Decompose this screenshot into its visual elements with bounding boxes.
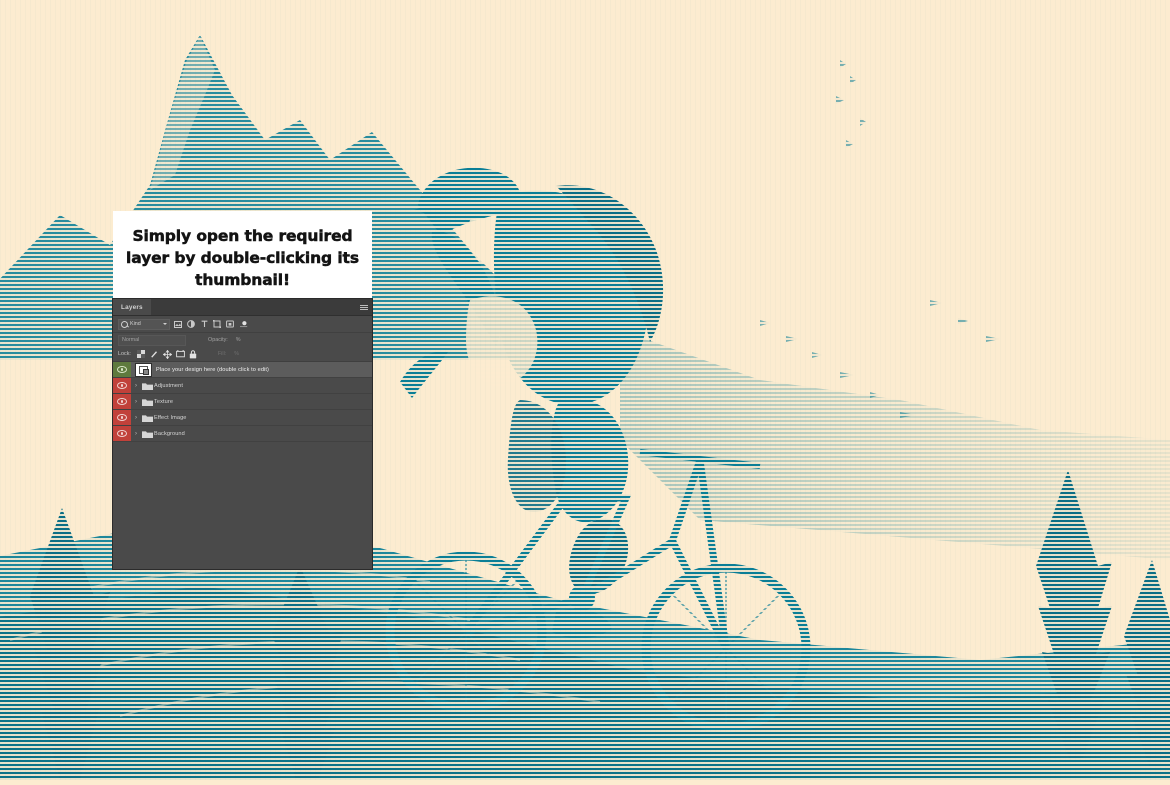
layer-name[interactable]: Effect Image: [154, 415, 187, 421]
smart-object-filter-icon[interactable]: [225, 319, 235, 329]
eye-icon: [117, 382, 127, 389]
layer-visibility-toggle[interactable]: [113, 394, 131, 409]
folder-icon: [141, 398, 154, 406]
layer-visibility-toggle[interactable]: [113, 426, 131, 441]
opacity-value[interactable]: %: [236, 337, 241, 343]
panel-menu-button[interactable]: [356, 299, 372, 315]
table-row[interactable]: › Background: [113, 426, 372, 442]
fill-value[interactable]: %: [234, 351, 239, 357]
chevron-right-icon[interactable]: ›: [131, 383, 141, 389]
lock-image-pixels-icon[interactable]: [150, 350, 159, 359]
adjustment-layer-filter-icon[interactable]: [186, 319, 196, 329]
layer-thumbnail[interactable]: [135, 362, 152, 377]
crank-hub: [569, 585, 595, 611]
blend-mode-dropdown[interactable]: Normal: [118, 334, 186, 346]
type-layer-filter-icon[interactable]: [199, 319, 209, 329]
eye-icon: [117, 430, 127, 437]
layer-visibility-toggle[interactable]: [113, 410, 131, 425]
chevron-right-icon[interactable]: ›: [131, 415, 141, 421]
eye-icon: [117, 414, 127, 421]
layer-visibility-toggle[interactable]: [113, 378, 131, 393]
table-row[interactable]: › Effect Image: [113, 410, 372, 426]
lock-artboard-nesting-icon[interactable]: [176, 350, 185, 359]
layer-name[interactable]: Place your design here (double click to …: [156, 367, 269, 373]
filter-toggle-switch-icon[interactable]: [238, 319, 248, 329]
chevron-right-icon[interactable]: ›: [131, 431, 141, 437]
layer-name[interactable]: Texture: [154, 399, 173, 405]
eye-icon: [117, 398, 127, 405]
layers-panel-tabbar: Layers: [113, 299, 372, 316]
opacity-label: Opacity:: [208, 337, 228, 343]
pixel-layer-filter-icon[interactable]: [173, 319, 183, 329]
table-row[interactable]: › Adjustment: [113, 378, 372, 394]
instruction-callout: Simply open the required layer by double…: [113, 211, 372, 299]
lock-label: Lock:: [118, 351, 131, 357]
chevron-down-icon: [163, 323, 167, 325]
fill-label: Fill:: [217, 351, 227, 357]
chevron-right-icon[interactable]: ›: [131, 399, 141, 405]
filter-kind-dropdown[interactable]: Kind: [118, 318, 170, 330]
lock-transparent-pixels-icon[interactable]: [137, 350, 146, 359]
layer-name[interactable]: Background: [154, 431, 185, 437]
search-icon: [121, 320, 128, 328]
layer-name[interactable]: Adjustment: [154, 383, 183, 389]
folder-icon: [141, 430, 154, 438]
layer-visibility-toggle[interactable]: [113, 362, 131, 377]
instruction-callout-text: Simply open the required layer by double…: [126, 227, 360, 290]
eye-icon: [117, 366, 127, 373]
layer-list[interactable]: Place your design here (double click to …: [113, 362, 372, 550]
table-row[interactable]: › Texture: [113, 394, 372, 410]
blend-opacity-row[interactable]: Normal Opacity: %: [113, 333, 372, 347]
table-row[interactable]: Place your design here (double click to …: [113, 362, 372, 378]
folder-icon: [141, 382, 154, 390]
tab-layers[interactable]: Layers: [113, 299, 151, 315]
tabbar-filler: [151, 299, 356, 315]
hamburger-menu-icon: [360, 304, 368, 310]
layer-filter-row[interactable]: Kind: [113, 316, 372, 333]
filter-kind-label: Kind: [130, 321, 141, 327]
layers-panel[interactable]: Layers Kind Normal Opacity: % Lock: Fill…: [113, 299, 372, 569]
shape-layer-filter-icon[interactable]: [212, 319, 222, 329]
lock-all-icon[interactable]: [189, 349, 198, 359]
smart-object-icon: [139, 365, 149, 375]
lock-row[interactable]: Lock: Fill: %: [113, 347, 372, 362]
folder-icon: [141, 414, 154, 422]
lock-position-icon[interactable]: [162, 349, 172, 359]
layer-list-empty-area[interactable]: [113, 442, 372, 550]
